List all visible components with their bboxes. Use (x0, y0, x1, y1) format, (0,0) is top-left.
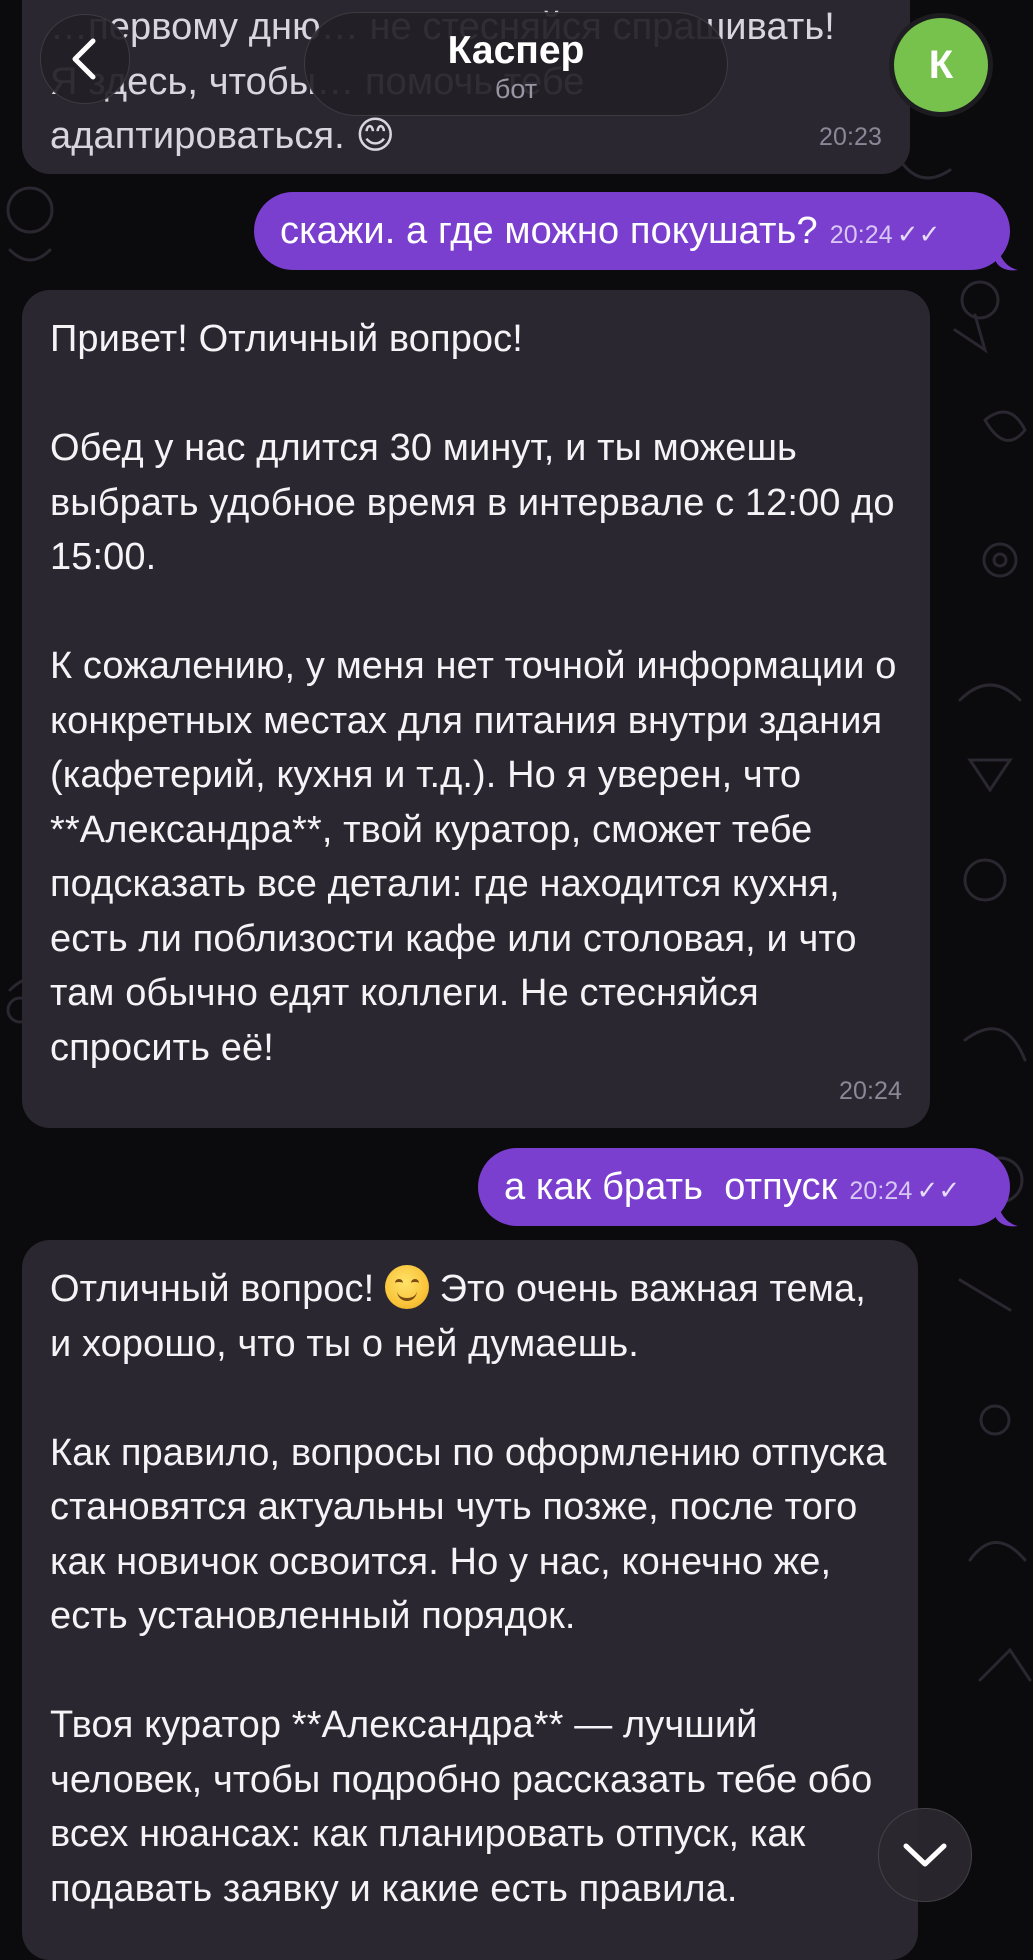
message-paragraph: Привет! Отличный вопрос! (50, 318, 523, 360)
message-paragraph: Твоя куратор **Александра** — лучший чел… (50, 1704, 883, 1910)
double-check-icon: ✓✓ (896, 219, 941, 249)
message-paragraph: К сожалению, у меня нет точной информаци… (50, 645, 908, 1069)
scroll-down-button[interactable] (878, 1808, 972, 1902)
message-bubble-outgoing[interactable]: а как брать отпуск 20:24 ✓✓ (478, 1148, 1010, 1226)
message-spacer (50, 585, 902, 640)
message-bubble-incoming[interactable]: Привет! Отличный вопрос! Обед у нас длит… (22, 290, 930, 1128)
message-paragraph: Отличный вопрос! Это очень важная тема, … (50, 1262, 890, 1371)
message-text: Отличный вопрос! (50, 1268, 375, 1310)
message-spacer (50, 1644, 890, 1699)
message-time: 20:23 (818, 122, 882, 151)
message-spacer (50, 367, 902, 422)
chat-title: Каспер (447, 29, 585, 72)
message-text: а как брать отпуск (504, 1166, 838, 1208)
message-paragraph: Обед у нас длится 30 минут, и ты можешь … (50, 427, 906, 578)
message-bubble-incoming[interactable]: Отличный вопрос! Это очень важная тема, … (22, 1240, 918, 1960)
message-spacer (50, 1371, 890, 1426)
chevron-left-icon (72, 38, 96, 80)
double-check-icon: ✓✓ (916, 1175, 961, 1205)
message-bubble-outgoing[interactable]: скажи. а где можно покушать? 20:24 ✓✓ (254, 192, 1010, 270)
back-button[interactable] (40, 14, 130, 104)
message-text: скажи. а где можно покушать? (280, 210, 818, 252)
bubble-tail (996, 240, 1018, 271)
chat-subtitle: бот (494, 74, 538, 104)
message-time: 20:24 (838, 1076, 902, 1105)
message-time: 20:24 (849, 1177, 913, 1205)
bubble-tail (996, 1196, 1018, 1227)
smiling-face-emoji (384, 1265, 429, 1309)
message-time: 20:24 (829, 221, 893, 249)
chevron-down-icon (903, 1843, 947, 1867)
chat-title-pill[interactable]: Каспер бот (304, 12, 728, 116)
avatar-letter: К (928, 42, 954, 87)
message-paragraph: Как правило, вопросы по оформлению отпус… (50, 1431, 898, 1638)
avatar[interactable]: К (894, 18, 988, 112)
